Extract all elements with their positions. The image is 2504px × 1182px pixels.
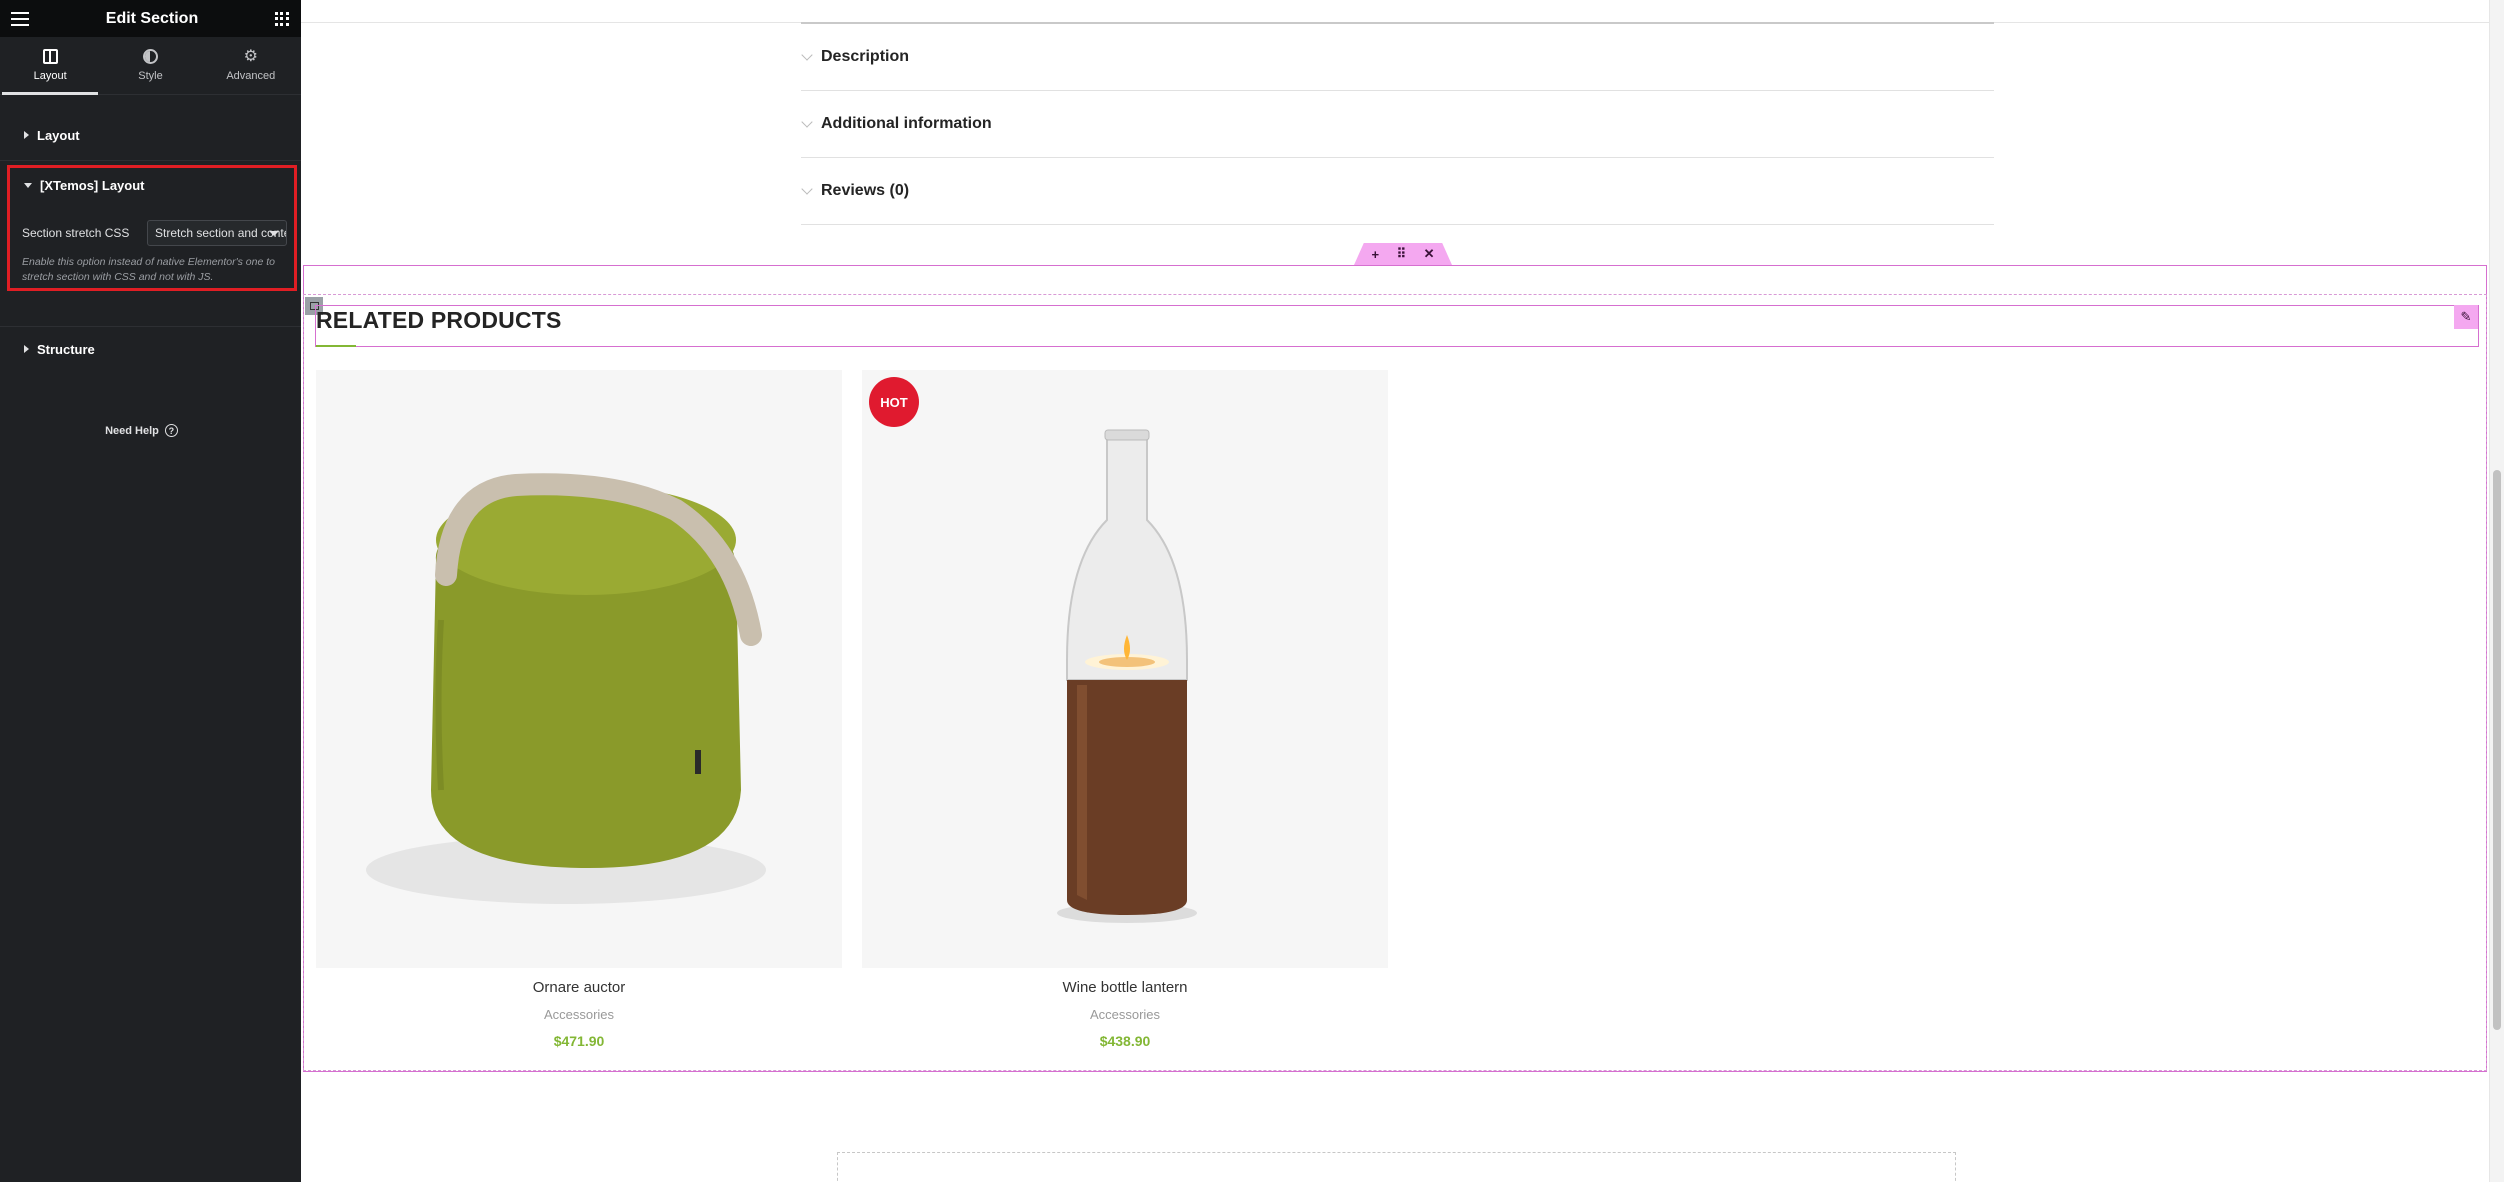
chevron-down-icon — [801, 48, 813, 61]
edit-widget-button[interactable]: ✎ — [2454, 305, 2478, 329]
accordion-label: Description — [821, 48, 910, 65]
product-image[interactable] — [316, 370, 842, 968]
drag-section-handle[interactable]: ⠿ — [1397, 246, 1407, 262]
gear-icon: ⚙ — [243, 48, 258, 65]
accordion-reviews[interactable]: Reviews (0) — [801, 158, 1994, 225]
stretch-css-label: Section stretch CSS — [22, 226, 130, 240]
product-name[interactable]: Ornare auctor — [316, 979, 842, 996]
divider — [0, 326, 301, 327]
accordion-description[interactable]: Description — [801, 24, 1994, 91]
product-card: Ornare auctor Accessories $471.90 — [316, 370, 842, 1049]
widgets-grid-icon[interactable] — [274, 11, 289, 26]
divider — [0, 160, 301, 161]
section-xtemos-label: [XTemos] Layout — [40, 178, 145, 193]
lantern-image — [1057, 429, 1197, 923]
chevron-down-icon — [269, 231, 279, 236]
stretch-css-select[interactable]: Stretch section and content — [147, 220, 287, 246]
style-icon — [142, 49, 158, 64]
layout-icon — [42, 49, 58, 64]
add-section-button[interactable]: + — [1371, 247, 1379, 262]
section-structure-label: Structure — [37, 341, 95, 357]
section-layout-label: Layout — [37, 127, 80, 143]
delete-section-button[interactable]: ✕ — [1424, 246, 1435, 262]
panel-tabs: Layout Style ⚙ Advanced — [0, 37, 301, 95]
scrollbar[interactable] — [2489, 0, 2504, 1182]
add-new-section-area[interactable] — [837, 1152, 1956, 1182]
hot-badge: HOT — [869, 377, 919, 427]
tab-style[interactable]: Style — [100, 37, 200, 94]
accordion-additional-information[interactable]: Additional information — [801, 91, 1994, 158]
need-help-label: Need Help — [105, 424, 159, 437]
tab-layout-label: Layout — [33, 70, 67, 82]
title-underline — [316, 345, 356, 347]
tab-layout[interactable]: Layout — [0, 37, 100, 95]
panel-title: Edit Section — [105, 9, 199, 27]
product-tabs-accordion: Description Additional information Revie… — [801, 22, 1994, 225]
chevron-down-icon — [801, 115, 813, 128]
widget-outline — [315, 305, 2479, 347]
stretch-css-help: Enable this option instead of native Ele… — [22, 256, 275, 283]
preview-canvas: Description Additional information Revie… — [301, 0, 2489, 1182]
pencil-icon: ✎ — [2460, 309, 2472, 324]
editor-panel: Edit Section Layout Style ⚙ Advanced Lay… — [0, 0, 301, 1182]
stretch-css-value: Stretch section and content — [155, 226, 287, 240]
product-price: $438.90 — [1099, 1033, 1151, 1049]
product-category[interactable]: Accessories — [316, 1007, 842, 1022]
caret-right-icon — [24, 131, 29, 139]
accordion-label: Reviews (0) — [821, 182, 910, 199]
chevron-down-icon — [801, 182, 813, 195]
product-card: HOT Wine bottle lantern Accessories $438… — [862, 370, 1388, 1049]
product-image[interactable]: HOT — [862, 370, 1388, 968]
xtemos-layout-section: [XTemos] Layout Section stretch CSS Stre… — [7, 165, 297, 291]
menu-icon[interactable] — [11, 11, 29, 26]
caret-down-icon — [24, 183, 32, 188]
scrollbar-thumb[interactable] — [2493, 470, 2501, 1030]
need-help-link[interactable]: Need Help ? — [0, 424, 283, 437]
section-layout-toggle[interactable]: Layout — [0, 127, 301, 143]
related-products-title: RELATED PRODUCTS — [316, 307, 562, 333]
caret-right-icon — [24, 345, 29, 353]
pouf-image — [366, 473, 766, 904]
product-price: $471.90 — [553, 1033, 605, 1049]
accordion-label: Additional information — [821, 115, 992, 132]
tab-advanced[interactable]: ⚙ Advanced — [201, 37, 301, 94]
section-controls: + ⠿ ✕ — [1354, 243, 1452, 265]
product-category[interactable]: Accessories — [862, 1007, 1388, 1022]
section-structure-toggle[interactable]: Structure — [0, 341, 301, 357]
section-xtemos-toggle[interactable]: [XTemos] Layout — [24, 178, 145, 193]
product-name[interactable]: Wine bottle lantern — [862, 979, 1388, 996]
tab-advanced-label: Advanced — [226, 70, 276, 82]
help-icon: ? — [164, 424, 178, 437]
panel-header: Edit Section — [0, 0, 301, 37]
tab-style-label: Style — [138, 70, 163, 82]
